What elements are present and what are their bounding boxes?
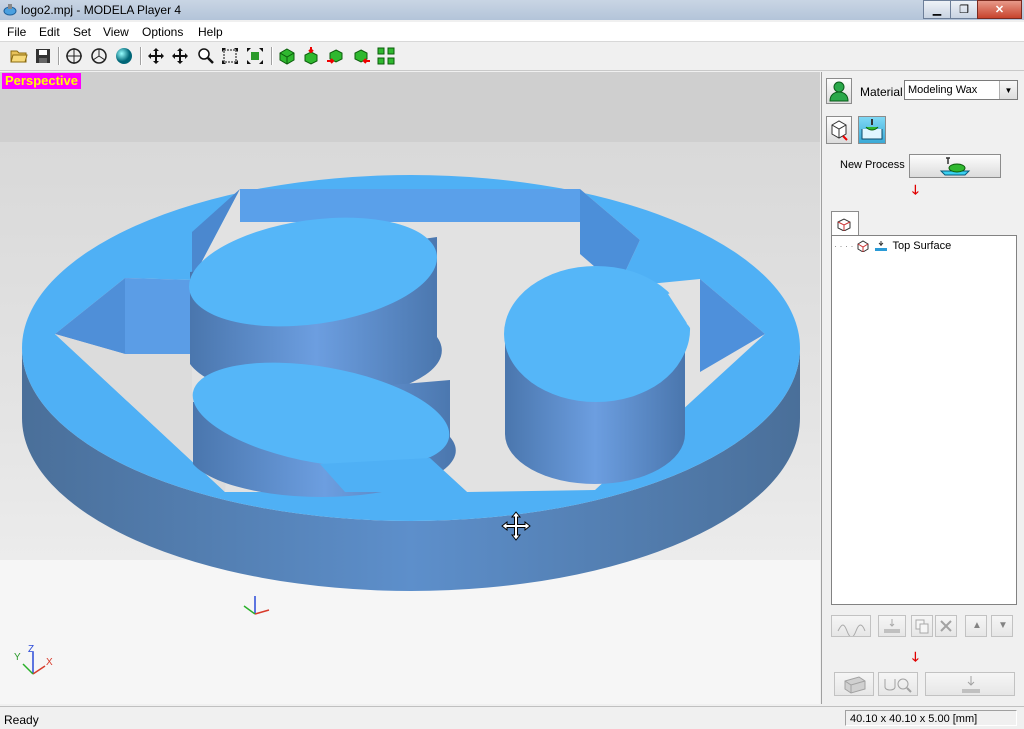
process-tree[interactable]: · · · · Top Surface <box>831 235 1017 605</box>
cut-model-button[interactable] <box>351 46 371 66</box>
model-dimensions: 40.10 x 40.10 x 5.00 [mm] <box>845 710 1017 726</box>
minimize-button[interactable]: ▁ <box>923 0 951 19</box>
open-button[interactable] <box>9 46 29 66</box>
axis-label-z: Z <box>28 644 35 655</box>
sphere-icon <box>116 48 132 64</box>
cutting-area-button[interactable] <box>834 672 874 696</box>
window-title: logo2.mpj - MODELA Player 4 <box>21 3 182 17</box>
cut-output-icon <box>962 676 980 693</box>
move-down-button[interactable]: ▼ <box>991 615 1013 637</box>
minimize-icon: ▁ <box>932 4 942 16</box>
title-bar: logo2.mpj - MODELA Player 4 ▁ ❐ ✕ <box>0 0 1024 20</box>
fit-view-button[interactable] <box>245 46 265 66</box>
cut-button[interactable] <box>925 672 1015 696</box>
surface-process-icon <box>874 241 887 251</box>
import-model-button[interactable] <box>301 46 321 66</box>
rotate-button[interactable] <box>146 46 166 66</box>
material-block-icon <box>844 676 866 694</box>
preview-cutting-button[interactable] <box>831 615 871 638</box>
status-bar: Ready 40.10 x 40.10 x 5.00 [mm] <box>0 706 1024 729</box>
preview-button[interactable] <box>878 672 918 696</box>
zoom-window-icon <box>222 48 238 64</box>
green-cube-icon <box>279 48 295 65</box>
preview-search-icon <box>884 678 912 693</box>
axis-label-x: X <box>46 657 53 668</box>
layout-button[interactable] <box>376 46 396 66</box>
save-icon <box>36 49 50 63</box>
menu-help[interactable]: Help <box>198 25 223 39</box>
menu-file[interactable]: File <box>7 25 26 39</box>
crosshair-icon <box>66 48 82 64</box>
zoom-button[interactable] <box>196 46 216 66</box>
move-up-button[interactable]: ▲ <box>965 615 987 637</box>
magnifier-icon <box>198 48 214 64</box>
process-panel: Material Modeling Wax ▼ New Process 🡓 · … <box>821 72 1024 704</box>
new-process-button[interactable] <box>909 154 1001 178</box>
view-mode-label: Perspective <box>2 73 81 89</box>
restore-button[interactable]: ❐ <box>950 0 978 19</box>
export-model-button[interactable] <box>326 46 346 66</box>
wireframe-cube-icon <box>831 120 848 141</box>
3d-viewport[interactable]: Perspective Y Z X <box>0 72 820 704</box>
edit-process-button[interactable] <box>878 615 906 637</box>
cube-arrow-right-icon <box>327 49 343 64</box>
copy-icon <box>915 619 929 634</box>
menu-view[interactable]: View <box>103 25 129 39</box>
folder-open-icon <box>10 50 28 63</box>
delete-process-button[interactable] <box>935 615 957 637</box>
material-select[interactable]: Modeling Wax ▼ <box>904 80 1018 100</box>
toolbar <box>0 42 1024 71</box>
tab-model[interactable] <box>831 211 859 236</box>
material-label: Material <box>860 85 903 99</box>
app-icon <box>3 4 17 16</box>
pan-button[interactable] <box>170 46 190 66</box>
small-cube-icon <box>857 240 868 252</box>
tool-path-icon <box>861 119 883 140</box>
restore-icon: ❐ <box>959 4 969 16</box>
edit-process-icon <box>884 619 900 633</box>
wave-path-icon <box>837 624 866 638</box>
tree-item-label: Top Surface <box>892 240 952 252</box>
small-cube-icon <box>837 218 851 231</box>
view-front-button[interactable] <box>64 46 84 66</box>
close-icon: ✕ <box>994 4 1005 16</box>
model-render <box>0 72 820 704</box>
delete-x-icon <box>940 620 952 632</box>
menu-set[interactable]: Set <box>73 25 91 39</box>
cube-arrow-left-icon <box>354 49 370 64</box>
fit-to-screen-icon <box>247 48 263 64</box>
menu-options[interactable]: Options <box>142 25 183 39</box>
cube-arrow-down-icon <box>304 47 318 65</box>
new-process-icon <box>939 157 971 176</box>
arrow-down-icon: 🡓 <box>912 649 919 664</box>
save-button[interactable] <box>33 46 53 66</box>
triangle-down-icon: ▼ <box>998 620 1008 631</box>
tree-item-top-surface[interactable]: · · · · Top Surface <box>834 240 951 252</box>
close-button[interactable]: ✕ <box>977 0 1022 19</box>
new-process-label: New Process <box>840 159 905 171</box>
cutting-position-button[interactable] <box>858 116 886 144</box>
view-perspective-button[interactable] <box>114 46 134 66</box>
arrow-down-icon: 🡓 <box>912 182 919 197</box>
user-button[interactable] <box>826 78 852 104</box>
model-size-button[interactable] <box>826 116 852 144</box>
zoom-window-button[interactable] <box>220 46 240 66</box>
copy-process-button[interactable] <box>911 615 933 637</box>
view-side-button[interactable] <box>89 46 109 66</box>
model-button[interactable] <box>277 46 297 66</box>
chevron-down-icon: ▼ <box>999 81 1017 99</box>
menu-edit[interactable]: Edit <box>39 25 60 39</box>
material-value: Modeling Wax <box>908 84 978 96</box>
status-text: Ready <box>4 713 39 727</box>
menu-bar: File Edit Set View Options Help <box>0 22 1024 42</box>
axis-label-y: Y <box>14 652 21 663</box>
target-icon <box>91 48 107 64</box>
grid-cubes-icon <box>377 47 395 65</box>
triangle-up-icon: ▲ <box>972 620 982 631</box>
move-arrows-icon <box>172 48 188 64</box>
user-icon <box>829 81 849 102</box>
rotate-arrows-icon <box>148 48 164 64</box>
